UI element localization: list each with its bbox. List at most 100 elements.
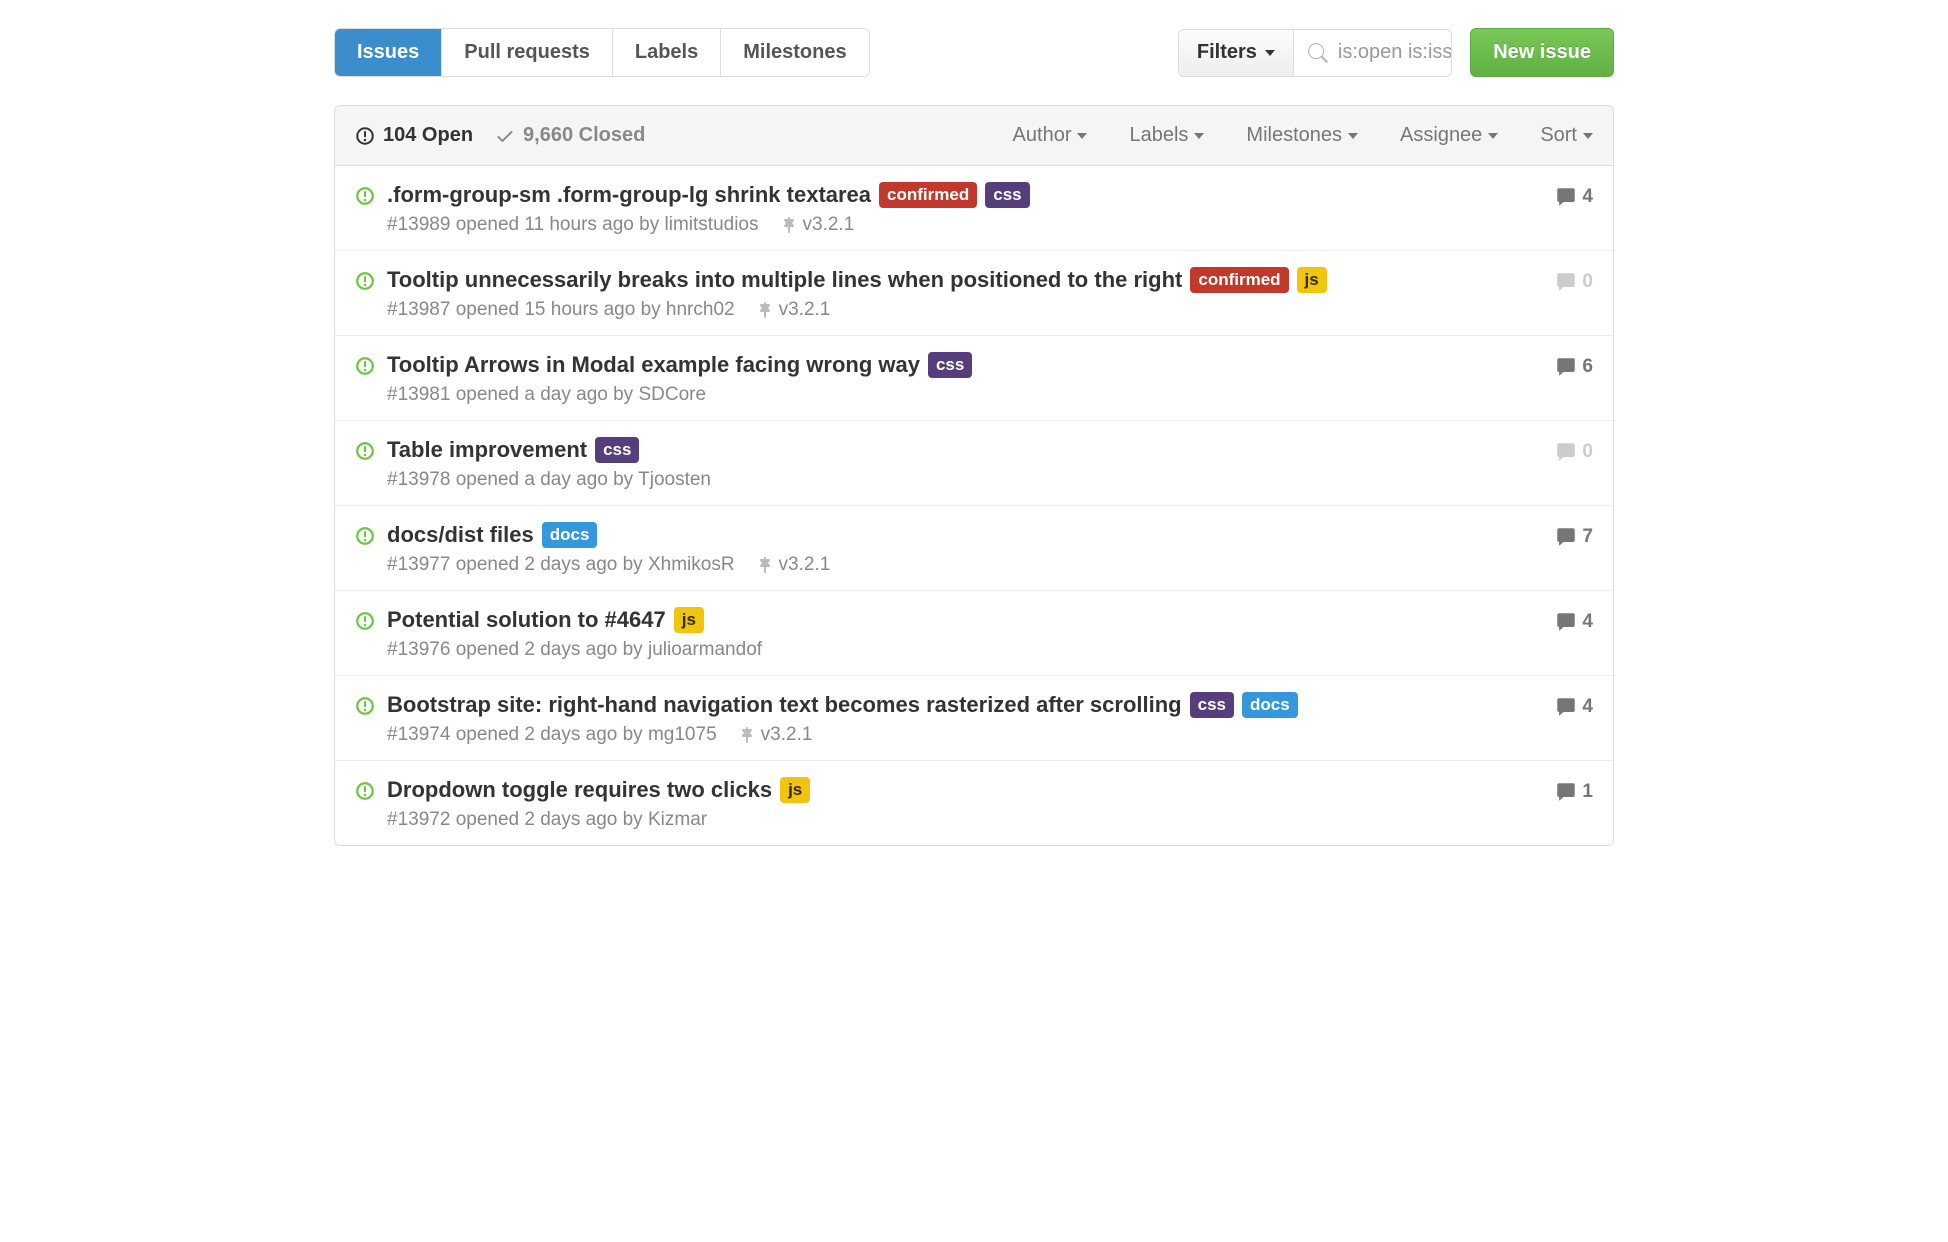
issue-meta: #13987 opened 15 hours ago by hnrch02v3.… [387,299,1556,321]
check-icon [495,126,515,146]
tab-pull-requests[interactable]: Pull requests [442,29,613,76]
filter-sort[interactable]: Sort [1540,124,1593,147]
tab-milestones[interactable]: Milestones [721,29,868,76]
milestone-icon [781,217,797,233]
comment-number: 4 [1582,611,1593,633]
list-header: 104 Open 9,660 Closed Author Labels Mile… [335,106,1613,166]
topbar: Issues Pull requests Labels Milestones F… [314,28,1634,77]
issue-number: #13978 [387,469,450,490]
issue-title-link[interactable]: Dropdown toggle requires two clicks [387,777,772,803]
label-js[interactable]: js [1297,267,1327,292]
new-issue-button[interactable]: New issue [1470,28,1614,77]
comment-icon [1556,272,1576,292]
comment-count[interactable]: 0 [1556,271,1593,293]
issue-author[interactable]: julioarmandof [648,639,762,660]
issue-title-link[interactable]: .form-group-sm .form-group-lg shrink tex… [387,182,871,208]
issue-body: Dropdown toggle requires two clicks js #13… [387,777,1556,831]
issue-author[interactable]: limitstudios [665,214,759,235]
issue-title-link[interactable]: Potential solution to #4647 [387,607,666,633]
issue-open-icon [355,781,377,801]
label-confirmed[interactable]: confirmed [1190,267,1288,292]
issue-title-link[interactable]: Bootstrap site: right-hand navigation te… [387,692,1182,718]
issue-number: #13989 [387,214,450,235]
label-css[interactable]: css [985,182,1029,207]
comment-number: 4 [1582,696,1593,718]
milestone-label: v3.2.1 [779,299,831,321]
filter-author[interactable]: Author [1013,124,1088,147]
issue-milestone[interactable]: v3.2.1 [781,214,855,236]
issue-author[interactable]: SDCore [638,384,706,405]
issue-author[interactable]: mg1075 [648,724,717,745]
issue-opened-text: opened 2 days ago by [456,554,643,575]
milestone-icon [739,727,755,743]
comment-count[interactable]: 4 [1556,611,1593,633]
issue-author[interactable]: hnrch02 [666,299,735,320]
comment-count[interactable]: 6 [1556,356,1593,378]
comment-number: 7 [1582,526,1593,548]
comment-number: 1 [1582,781,1593,803]
comment-icon [1556,187,1576,207]
label-css[interactable]: css [1190,692,1234,717]
issue-open-icon [355,126,375,146]
label-docs[interactable]: docs [542,522,598,547]
tabnav: Issues Pull requests Labels Milestones [334,28,870,77]
closed-toggle[interactable]: 9,660 Closed [495,124,645,147]
issues-box: 104 Open 9,660 Closed Author Labels Mile… [334,105,1614,846]
issue-author[interactable]: Kizmar [648,809,707,830]
issue-meta: #13972 opened 2 days ago by Kizmar [387,809,1556,831]
issue-open-icon [355,186,377,206]
comment-icon [1556,357,1576,377]
issue-milestone[interactable]: v3.2.1 [739,724,813,746]
issue-title-link[interactable]: Table improvement [387,437,587,463]
issue-meta: #13974 opened 2 days ago by mg1075v3.2.1 [387,724,1556,746]
label-js[interactable]: js [674,607,704,632]
issue-meta: #13977 opened 2 days ago by XhmikosR v3.2… [387,554,1556,576]
issue-open-icon [355,526,377,546]
issue-open-icon [355,271,377,291]
issue-body: docs/dist files docs #13977 opened 2 days … [387,522,1556,576]
chevron-down-icon [1265,50,1275,56]
filters-button-label: Filters [1197,41,1257,64]
issue-row: Tooltip Arrows in Modal example facing w… [335,336,1613,421]
comment-count[interactable]: 7 [1556,526,1593,548]
issue-number: #13976 [387,639,450,660]
tab-issues[interactable]: Issues [335,29,442,76]
issue-opened-text: opened 2 days ago by [456,639,643,660]
issue-milestone[interactable]: v3.2.1 [757,299,831,321]
label-css[interactable]: css [928,352,972,377]
comment-count[interactable]: 0 [1556,441,1593,463]
search-input[interactable] [1338,41,1452,64]
issue-milestone[interactable]: v3.2.1 [757,554,831,576]
comment-count[interactable]: 1 [1556,781,1593,803]
open-toggle[interactable]: 104 Open [355,124,473,147]
filter-milestones[interactable]: Milestones [1246,124,1358,147]
label-js[interactable]: js [780,777,810,802]
chevron-down-icon [1488,133,1498,139]
label-docs[interactable]: docs [1242,692,1298,717]
filter-assignee[interactable]: Assignee [1400,124,1498,147]
issue-body: Bootstrap site: right-hand navigation te… [387,692,1556,746]
label-confirmed[interactable]: confirmed [879,182,977,207]
milestone-icon [757,302,773,318]
issue-body: Tooltip Arrows in Modal example facing w… [387,352,1556,406]
filter-labels[interactable]: Labels [1129,124,1204,147]
issue-author[interactable]: Tjoosten [638,469,711,490]
milestone-label: v3.2.1 [803,214,855,236]
issue-title-link[interactable]: docs/dist files [387,522,534,548]
issue-open-icon [355,441,377,461]
search-icon [1308,43,1328,63]
tab-labels[interactable]: Labels [613,29,721,76]
open-count: 104 Open [383,124,473,147]
search-input-wrap [1294,30,1452,76]
filter-menus: Author Labels Milestones Assignee Sort [1013,124,1593,147]
issue-title-link[interactable]: Tooltip Arrows in Modal example facing w… [387,352,920,378]
issue-number: #13977 [387,554,450,575]
issue-author[interactable]: XhmikosR [648,554,735,575]
filters-button[interactable]: Filters [1179,30,1294,76]
issue-body: Table improvementcss#13978 opened a day … [387,437,1556,491]
issue-number: #13987 [387,299,450,320]
comment-count[interactable]: 4 [1556,696,1593,718]
issue-title-link[interactable]: Tooltip unnecessarily breaks into multip… [387,267,1182,293]
label-css[interactable]: css [595,437,639,462]
comment-count[interactable]: 4 [1556,186,1593,208]
